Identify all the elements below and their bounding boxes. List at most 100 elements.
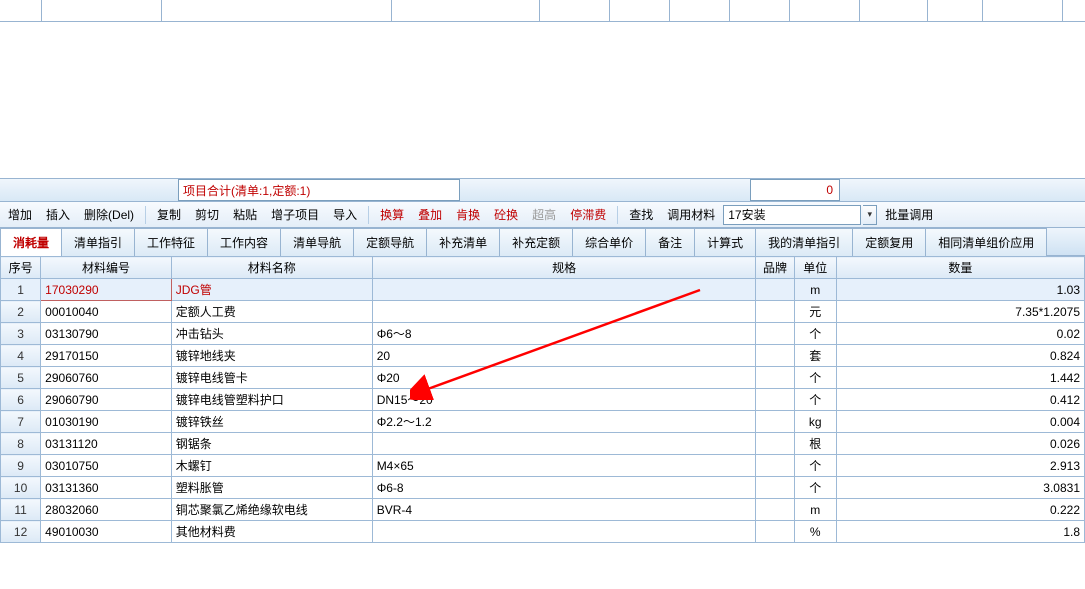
cell-qty[interactable]: 1.8: [836, 521, 1084, 543]
cell-qty[interactable]: 7.35*1.2075: [836, 301, 1084, 323]
stack-button[interactable]: 叠加: [412, 204, 448, 225]
import-button[interactable]: 导入: [327, 204, 363, 225]
cell-brand[interactable]: [756, 411, 794, 433]
table-row[interactable]: 1249010030其他材料费%1.8: [1, 521, 1085, 543]
table-row[interactable]: 701030190镀锌铁丝Φ2.2～1.2kg0.004: [1, 411, 1085, 433]
cell-code[interactable]: 03131120: [41, 433, 172, 455]
cell-brand[interactable]: [756, 521, 794, 543]
concrete-button[interactable]: 砼换: [488, 204, 524, 225]
paste-button[interactable]: 粘贴: [227, 204, 263, 225]
cell-code[interactable]: 49010030: [41, 521, 172, 543]
cell-brand[interactable]: [756, 499, 794, 521]
cell-spec[interactable]: 20: [372, 345, 756, 367]
header-name[interactable]: 材料名称: [171, 257, 372, 279]
cell-unit[interactable]: 根: [794, 433, 836, 455]
cell-name[interactable]: 冲击钻头: [171, 323, 372, 345]
cell-name[interactable]: 铜芯聚氯乙烯绝缘软电线: [171, 499, 372, 521]
cell-unit[interactable]: 个: [794, 477, 836, 499]
cell-name[interactable]: 镀锌地线夹: [171, 345, 372, 367]
find-button[interactable]: 查找: [623, 204, 659, 225]
cell-spec[interactable]: [372, 301, 756, 323]
cell-name[interactable]: 镀锌电线管塑料护口: [171, 389, 372, 411]
header-spec[interactable]: 规格: [372, 257, 756, 279]
batch-button[interactable]: 批量调用: [879, 204, 939, 225]
cell-spec[interactable]: [372, 279, 756, 301]
cell-spec[interactable]: Φ6-8: [372, 477, 756, 499]
cell-unit[interactable]: m: [794, 499, 836, 521]
cell-brand[interactable]: [756, 323, 794, 345]
table-row[interactable]: 629060790镀锌电线管塑料护口DN15～20个0.412: [1, 389, 1085, 411]
cell-spec[interactable]: DN15～20: [372, 389, 756, 411]
cell-name[interactable]: 钢锯条: [171, 433, 372, 455]
cell-brand[interactable]: [756, 455, 794, 477]
tab-10[interactable]: 计算式: [694, 228, 756, 256]
cell-unit[interactable]: kg: [794, 411, 836, 433]
header-seq[interactable]: 序号: [1, 257, 41, 279]
cell-name[interactable]: 定额人工费: [171, 301, 372, 323]
cell-code[interactable]: 17030290: [41, 279, 172, 301]
cell-brand[interactable]: [756, 345, 794, 367]
table-row[interactable]: 303130790冲击钻头Φ6～8个0.02: [1, 323, 1085, 345]
add-button[interactable]: 增加: [2, 204, 38, 225]
subitem-button[interactable]: 增子项目: [265, 204, 325, 225]
tab-4[interactable]: 清单导航: [280, 228, 354, 256]
table-row[interactable]: 200010040定额人工费元7.35*1.2075: [1, 301, 1085, 323]
header-unit[interactable]: 单位: [794, 257, 836, 279]
tab-6[interactable]: 补充清单: [426, 228, 500, 256]
cell-spec[interactable]: [372, 521, 756, 543]
cell-name[interactable]: 镀锌电线管卡: [171, 367, 372, 389]
tab-0[interactable]: 消耗量: [0, 228, 62, 256]
copy-button[interactable]: 复制: [151, 204, 187, 225]
cell-brand[interactable]: [756, 367, 794, 389]
cell-name[interactable]: 塑料胀管: [171, 477, 372, 499]
cell-spec[interactable]: M4×65: [372, 455, 756, 477]
ultra-button[interactable]: 超高: [526, 204, 562, 225]
cell-qty[interactable]: 0.004: [836, 411, 1084, 433]
tab-13[interactable]: 相同清单组价应用: [925, 228, 1047, 256]
tab-9[interactable]: 备注: [645, 228, 695, 256]
cell-unit[interactable]: 个: [794, 389, 836, 411]
cell-brand[interactable]: [756, 389, 794, 411]
cell-qty[interactable]: 3.0831: [836, 477, 1084, 499]
cell-qty[interactable]: 1.03: [836, 279, 1084, 301]
cell-unit[interactable]: 元: [794, 301, 836, 323]
tab-3[interactable]: 工作内容: [207, 228, 281, 256]
cell-spec[interactable]: [372, 433, 756, 455]
material-button[interactable]: 调用材料: [661, 204, 721, 225]
cell-name[interactable]: 木螺钉: [171, 455, 372, 477]
table-row[interactable]: 117030290JDG管m1.03: [1, 279, 1085, 301]
cell-code[interactable]: 03131360: [41, 477, 172, 499]
tab-5[interactable]: 定额导航: [353, 228, 427, 256]
table-row[interactable]: 429170150镀锌地线夹20套0.824: [1, 345, 1085, 367]
cell-code[interactable]: 03010750: [41, 455, 172, 477]
cell-code[interactable]: 29060760: [41, 367, 172, 389]
stopfee-button[interactable]: 停滞费: [564, 204, 612, 225]
cell-spec[interactable]: BVR-4: [372, 499, 756, 521]
header-brand[interactable]: 品牌: [756, 257, 794, 279]
header-code[interactable]: 材料编号: [41, 257, 172, 279]
cell-unit[interactable]: 个: [794, 367, 836, 389]
cell-qty[interactable]: 0.412: [836, 389, 1084, 411]
tab-8[interactable]: 综合单价: [572, 228, 646, 256]
cell-brand[interactable]: [756, 279, 794, 301]
cell-qty[interactable]: 1.442: [836, 367, 1084, 389]
cell-unit[interactable]: 个: [794, 323, 836, 345]
cell-unit[interactable]: 套: [794, 345, 836, 367]
cell-code[interactable]: 01030190: [41, 411, 172, 433]
cell-qty[interactable]: 0.824: [836, 345, 1084, 367]
table-row[interactable]: 803131120钢锯条根0.026: [1, 433, 1085, 455]
cell-unit[interactable]: 个: [794, 455, 836, 477]
cell-name[interactable]: 镀锌铁丝: [171, 411, 372, 433]
table-row[interactable]: 903010750木螺钉M4×65个2.913: [1, 455, 1085, 477]
material-select-dropdown[interactable]: [863, 205, 877, 225]
cut-button[interactable]: 剪切: [189, 204, 225, 225]
cell-code[interactable]: 29060790: [41, 389, 172, 411]
tab-1[interactable]: 清单指引: [61, 228, 135, 256]
cell-name[interactable]: JDG管: [171, 279, 372, 301]
table-row[interactable]: 1128032060铜芯聚氯乙烯绝缘软电线BVR-4m0.222: [1, 499, 1085, 521]
cell-code[interactable]: 29170150: [41, 345, 172, 367]
cell-code[interactable]: 03130790: [41, 323, 172, 345]
table-row[interactable]: 529060760镀锌电线管卡Φ20个1.442: [1, 367, 1085, 389]
cell-unit[interactable]: %: [794, 521, 836, 543]
tab-12[interactable]: 定额复用: [852, 228, 926, 256]
